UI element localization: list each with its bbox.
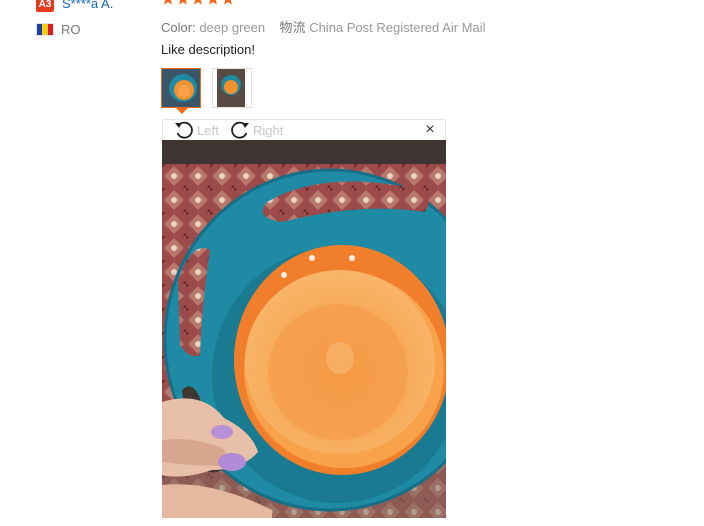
star-icon: [164, 0, 172, 5]
reviewer-name: S****a A.: [62, 0, 114, 11]
order-info: Color: deep green 物流 China Post Register…: [161, 17, 486, 36]
rotate-left-label: Left: [197, 122, 219, 138]
review-text: Like description!: [161, 42, 255, 57]
logistics-label: 物流: [279, 20, 306, 35]
review-photo-thumbnail-2[interactable]: [212, 68, 252, 108]
star-rating: [161, 0, 235, 6]
selected-thumbnail-caret: [176, 108, 188, 114]
rotate-right-icon: [231, 121, 249, 139]
rotate-left-icon: [175, 121, 193, 139]
star-icon: [179, 0, 187, 5]
color-value: deep green: [199, 20, 266, 35]
star-icon: [209, 0, 217, 5]
star-icon: [224, 0, 232, 5]
reviewer-level-badge: A3: [36, 0, 54, 12]
color-label: Color:: [161, 20, 196, 35]
star-icon: [194, 0, 202, 5]
review-photo-thumbnail-1[interactable]: [161, 68, 201, 108]
rotate-right-button[interactable]: Right: [229, 120, 283, 140]
reviewer-country: RO: [61, 22, 81, 37]
logistics-value: China Post Registered Air Mail: [309, 20, 486, 35]
rotate-left-button[interactable]: Left: [173, 120, 219, 140]
rotate-right-label: Right: [253, 122, 284, 138]
review-photo-large: [162, 140, 446, 518]
close-photo-button[interactable]: ×: [421, 120, 439, 140]
romania-flag-icon: [36, 23, 54, 36]
photo-viewer-toolbar: Left Right ×: [162, 119, 446, 140]
